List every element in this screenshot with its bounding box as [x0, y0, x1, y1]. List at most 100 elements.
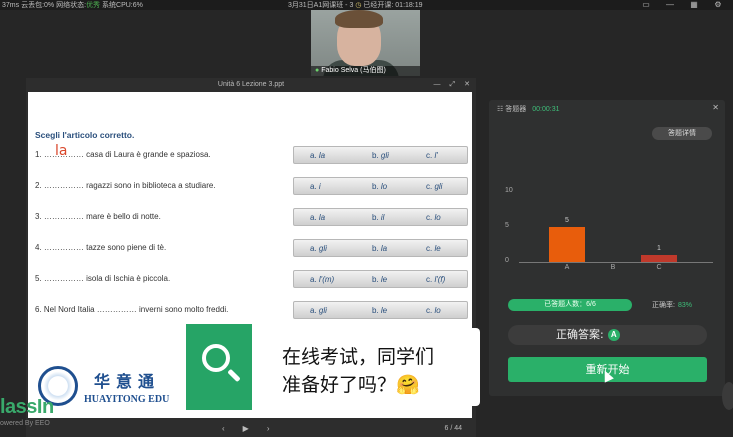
- options-box[interactable]: a. gli b. la c. le: [293, 239, 468, 257]
- x-axis: [519, 262, 713, 263]
- video-caption: ● Fabio Selva (马伯图): [311, 66, 420, 76]
- ppt-footer: ‹ ▶ › 6 / 44: [26, 422, 476, 437]
- options-box[interactable]: a. l'(m) b. le c. l'(f): [293, 270, 468, 288]
- logo-chinese-text: 华意通: [94, 372, 161, 391]
- options-box[interactable]: a. gli b. le c. lo: [293, 301, 468, 319]
- accuracy: 正确率: 83%: [652, 300, 692, 310]
- option-a: i: [318, 182, 321, 191]
- class-title: 3月31日A1网课班 - 3: [288, 2, 354, 9]
- overlay-text-box: 在线考试，同学们 准备好了吗？🤗: [258, 328, 480, 406]
- data-label: 5: [565, 217, 569, 224]
- question-text: 4. …………… tazze sono piene di tè.: [35, 243, 167, 252]
- minimize-icon[interactable]: —: [434, 78, 441, 91]
- x-tick-label: A: [564, 264, 570, 271]
- cpu-label: 系统CPU:: [102, 2, 133, 9]
- option-c: le: [434, 244, 441, 253]
- correct-answer: 正确答案: A: [508, 325, 707, 345]
- window-icon[interactable]: ▭: [641, 0, 651, 9]
- quiz-icon: ☷: [497, 106, 504, 113]
- accuracy-value: 83%: [677, 302, 692, 309]
- options-box[interactable]: a. i b. lo c. gli: [293, 177, 468, 195]
- cpu-value: 6%: [132, 2, 143, 9]
- correct-answer-badge: A: [607, 329, 620, 341]
- correct-answer-label: 正确答案:: [556, 328, 604, 341]
- option-c: gli: [434, 182, 443, 191]
- option-c: l': [434, 151, 438, 160]
- close-icon[interactable]: ✕: [464, 78, 470, 91]
- data-label: 1: [657, 245, 661, 252]
- answered-progress: 已答题人数：6/6: [508, 299, 632, 311]
- question-text: 5. …………… isola di Ischia è piccola.: [35, 274, 171, 283]
- teacher-name: Fabio Selva (马伯图): [321, 67, 386, 74]
- x-tick-label: B: [610, 264, 616, 271]
- ppt-title: Unità 6 Lezione 3.ppt: [217, 81, 285, 88]
- option-b: le: [380, 306, 388, 315]
- overlay-line-2: 准备好了吗？🤗: [282, 374, 420, 396]
- option-b: le: [380, 275, 388, 284]
- option-a: gli: [318, 306, 327, 315]
- class-elapsed-label: 已经开课:: [363, 2, 394, 9]
- window-controls: ▭ — ▦ ⚙: [641, 0, 723, 9]
- bar-a: [549, 227, 585, 262]
- cloud-loss-label: 云丢包:: [21, 2, 45, 9]
- option-b: gli: [380, 151, 389, 160]
- network-stats: 37ms 云丢包:0% 网络状态:优秀 系统CPU:6%: [2, 0, 143, 10]
- option-a: la: [318, 151, 326, 160]
- latency-value: 37ms: [2, 2, 20, 9]
- options-box[interactable]: a. la b. gli c. l': [293, 146, 468, 164]
- panel-timer: 00:00:31: [532, 106, 560, 113]
- classin-watermark: lassIn: [0, 396, 54, 418]
- prev-slide-icon[interactable]: ‹: [222, 424, 225, 433]
- grid-icon[interactable]: ▦: [689, 0, 699, 9]
- class-elapsed-time: 01:18:19: [395, 2, 423, 9]
- teacher-video[interactable]: ● Fabio Selva (马伯图): [311, 10, 420, 76]
- panel-title: ☷ 答题器 00:00:31: [497, 104, 559, 114]
- option-b: il: [380, 213, 385, 222]
- option-b: la: [380, 244, 388, 253]
- fullscreen-icon[interactable]: ⤢: [450, 78, 456, 91]
- answer-chart: 0 5 10 5 A B 1 C: [489, 184, 725, 274]
- option-a: la: [318, 213, 326, 222]
- option-a: l'(m): [318, 275, 335, 284]
- bar-c: [641, 255, 677, 262]
- cloud-loss-value: 0%: [44, 2, 55, 9]
- option-b: lo: [380, 182, 388, 191]
- side-handle[interactable]: [722, 382, 733, 410]
- overlay-line-1: 在线考试，同学们: [282, 346, 435, 368]
- slide-header: Scegli l'articolo corretto.: [35, 130, 135, 140]
- option-a: gli: [318, 244, 327, 253]
- network-label: 网络状态:: [56, 2, 87, 9]
- option-c: lo: [434, 306, 441, 315]
- y-tick-label: 0: [505, 257, 509, 264]
- class-info: 3月31日A1网课班 - 3 ◷ 已经开课: 01:18:19: [288, 0, 423, 10]
- question-text: 3. …………… mare è bello di notte.: [35, 212, 161, 221]
- next-slide-icon[interactable]: ›: [267, 424, 270, 433]
- page-indicator: 6 / 44: [444, 425, 462, 432]
- answer-detail-button[interactable]: 答题详情: [652, 127, 712, 140]
- y-tick-label: 5: [505, 222, 509, 229]
- video-person-hair: [335, 10, 383, 28]
- options-box[interactable]: a. la b. il c. lo: [293, 208, 468, 226]
- option-c: lo: [434, 213, 441, 222]
- answer-panel: ☷ 答题器 00:00:31 ✕ 答题详情 0 5 10 5 A B 1 C 已答题人数：6/6…: [489, 100, 725, 396]
- close-icon[interactable]: ✕: [712, 103, 719, 112]
- class-elapsed-icon: ◷: [355, 2, 362, 9]
- play-icon[interactable]: ▶: [243, 424, 249, 433]
- network-value: 优秀: [86, 2, 101, 9]
- minimize-icon[interactable]: —: [665, 0, 675, 9]
- option-c: l'(f): [434, 275, 446, 284]
- y-tick-label: 10: [505, 187, 513, 194]
- ppt-titlebar: Unità 6 Lezione 3.ppt — ⤢ ✕: [26, 78, 476, 91]
- logo-english-text: HUAYITONG EDU: [84, 394, 170, 405]
- settings-icon[interactable]: ⚙: [713, 0, 723, 9]
- microphone-icon: ●: [315, 67, 320, 74]
- accuracy-label: 正确率:: [652, 302, 675, 309]
- question-text: 6. Nel Nord Italia …………… inverni sono mo…: [35, 305, 229, 314]
- search-icon: [202, 344, 230, 372]
- question-text: 1. …………… casa di Laura è grande e spazio…: [35, 150, 211, 159]
- caption-overlay: 在线考试，同学们 准备好了吗？🤗: [186, 324, 480, 410]
- question-text: 2. …………… ragazzi sono in biblioteca a st…: [35, 181, 216, 190]
- x-tick-label: C: [656, 264, 662, 271]
- status-bar: 37ms 云丢包:0% 网络状态:优秀 系统CPU:6% 3月31日A1网课班 …: [0, 0, 733, 10]
- powered-by-text: owered By EEO: [0, 420, 50, 427]
